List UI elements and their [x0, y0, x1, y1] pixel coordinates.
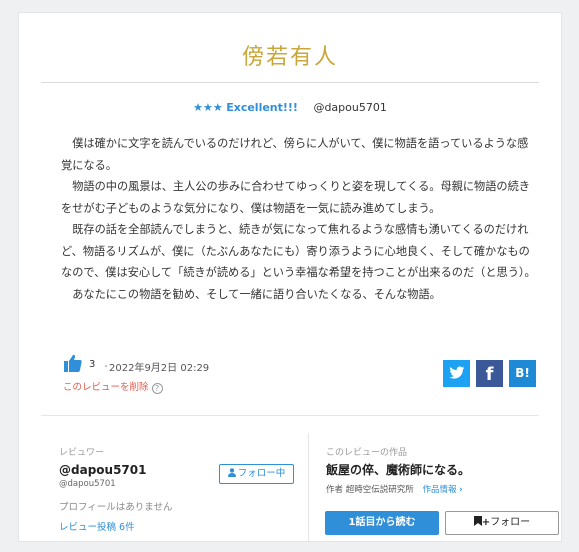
- footer-vertical-divider: [308, 433, 309, 541]
- chevron-right-icon: ›: [459, 485, 463, 495]
- rating-label: Excellent!!!: [226, 101, 298, 114]
- work-meta: 作者 超時空伝説研究所 作品情報 ›: [326, 483, 463, 495]
- title-divider: [41, 82, 539, 83]
- reviewer-posts-link[interactable]: レビュー投稿 6件: [59, 519, 135, 533]
- review-body: 僕は確かに文字を読んでいるのだけれど、傍らに人がいて、僕に物語を語っているような…: [61, 133, 537, 305]
- review-paragraph: 既存の話を全部読んでしまうと、続きが気になって焦れるような感情も湧いてくるのだけ…: [61, 223, 536, 279]
- work-title[interactable]: 飯屋の倅、魔術師になる。: [326, 461, 470, 478]
- follow-work-button[interactable]: +フォロー: [445, 511, 559, 535]
- read-from-first-episode-button[interactable]: 1話目から読む: [325, 511, 439, 535]
- twitter-share-icon[interactable]: [443, 360, 470, 387]
- following-label: フォロー中: [237, 468, 286, 479]
- rating-line: ★★★ Excellent!!! @dapou5701: [19, 101, 561, 114]
- reviewer-name[interactable]: @dapou5701: [59, 463, 146, 477]
- following-button[interactable]: フォロー中: [219, 464, 294, 484]
- facebook-glyph: f: [485, 364, 494, 385]
- footer-divider: [41, 415, 539, 416]
- no-profile-text: プロフィールはありません: [59, 502, 173, 513]
- review-card: 傍若有人 ★★★ Excellent!!! @dapou5701 僕は確かに文字…: [18, 12, 562, 542]
- work-info-link[interactable]: 作品情報 ›: [422, 485, 462, 495]
- review-author-handle[interactable]: @dapou5701: [313, 101, 386, 114]
- hatena-glyph: B!: [515, 366, 530, 380]
- author-prefix: 作者: [326, 485, 344, 495]
- reviewer-handle: @dapou5701: [59, 479, 116, 489]
- facebook-share-icon[interactable]: f: [476, 360, 503, 387]
- review-paragraph: 僕は確かに文字を読んでいるのだけれど、傍らに人がいて、僕に物語を語っているような…: [61, 137, 529, 172]
- author-name[interactable]: 超時空伝説研究所: [346, 485, 414, 495]
- review-paragraph: 物語の中の風景は、主人公の歩みに合わせてゆっくりと姿を現してくる。母親に物語の続…: [61, 180, 530, 215]
- work-info-label[interactable]: 作品情報: [422, 485, 456, 495]
- reviewer-section-label: レビュワー: [59, 448, 105, 458]
- delete-review-label[interactable]: このレビューを削除: [63, 382, 149, 393]
- delete-review-link[interactable]: このレビューを削除?: [63, 379, 163, 394]
- person-icon: [227, 468, 236, 477]
- thumbs-up-icon[interactable]: [63, 353, 83, 373]
- twitter-bird-icon: [448, 366, 464, 379]
- bookmark-icon: [473, 516, 482, 526]
- review-title: 傍若有人: [241, 45, 338, 70]
- plus-icon: +: [481, 517, 491, 528]
- rating-stars: ★★★: [193, 101, 223, 114]
- help-icon[interactable]: ?: [151, 383, 163, 394]
- review-paragraph: あなたにこの物語を勧め、そして一緒に語り合いたくなる、そんな物語。: [72, 287, 441, 301]
- hatena-bookmark-icon[interactable]: B!: [509, 360, 536, 387]
- review-date: 2022年9月2日 02:29: [109, 363, 210, 374]
- work-section-label: このレビューの作品: [326, 448, 408, 458]
- like-count: 3: [89, 359, 96, 370]
- follow-work-label: フォロー: [490, 517, 531, 528]
